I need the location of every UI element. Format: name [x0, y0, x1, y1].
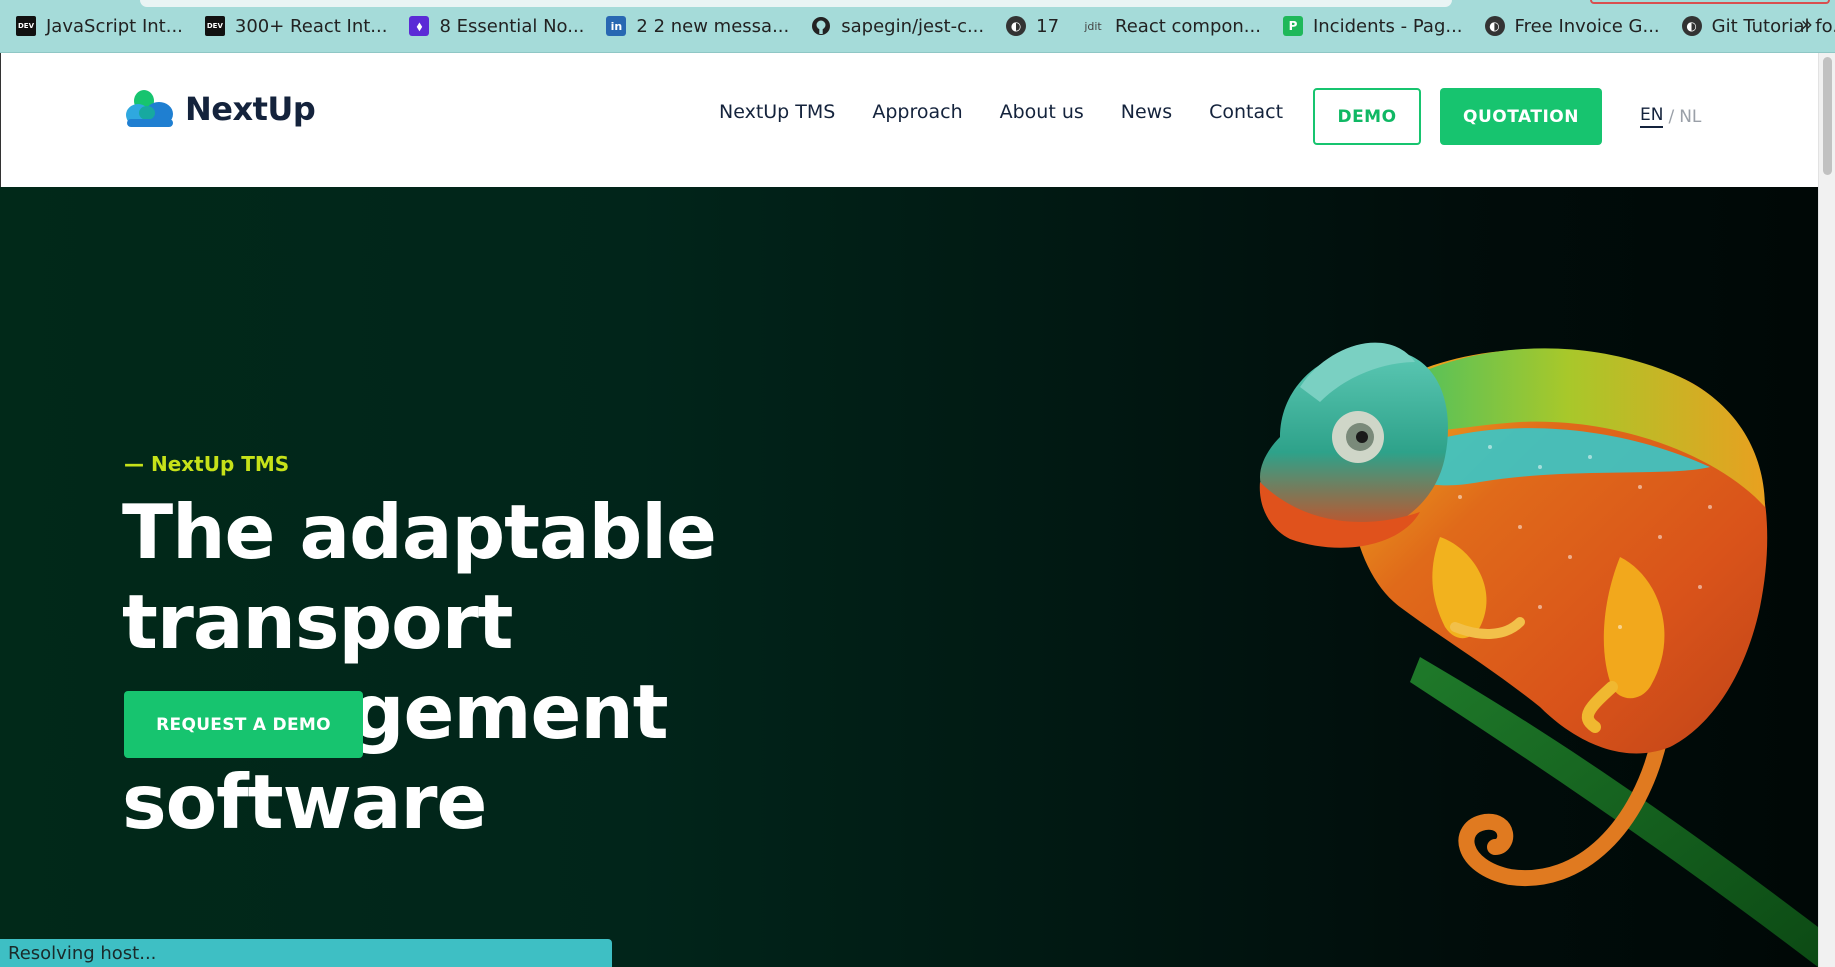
nav-item-news[interactable]: News	[1121, 101, 1172, 123]
bookmark-item[interactable]: DEV JavaScript Int...	[16, 11, 183, 41]
lang-separator: /	[1668, 106, 1675, 127]
bookmark-label: JavaScript Int...	[46, 15, 183, 37]
scrollbar-thumb[interactable]	[1823, 57, 1832, 175]
globe-icon: ◐	[1484, 16, 1505, 36]
bookmark-label: 17	[1036, 15, 1060, 37]
nextup-logo-icon	[125, 89, 175, 129]
nav-item-about-us[interactable]: About us	[1000, 101, 1084, 123]
linkedin-icon: in	[606, 16, 627, 36]
bookmark-label: Git Tutorial fo...	[1711, 15, 1835, 37]
hero-section: — NextUp TMS The adaptable transport man…	[0, 187, 1818, 967]
bookmark-item[interactable]: jdit React compon...	[1081, 11, 1261, 41]
language-switcher: EN / NL	[1640, 105, 1701, 128]
bookmark-label: React compon...	[1115, 15, 1261, 37]
bookmark-item[interactable]: P Incidents - Pag...	[1282, 11, 1463, 41]
bookmark-label: Free Invoice G...	[1514, 15, 1660, 37]
bookmark-item[interactable]: ⬧ 8 Essential No...	[409, 11, 584, 41]
pagerduty-icon: P	[1282, 16, 1303, 36]
chameleon-image	[1259, 342, 1818, 967]
jdit-icon: jdit	[1084, 19, 1102, 33]
bookmark-item[interactable]: in 2 2 new messa...	[606, 11, 789, 41]
nav-item-contact[interactable]: Contact	[1209, 101, 1283, 123]
nav-item-nextup-tms[interactable]: NextUp TMS	[719, 101, 835, 123]
purple-app-icon: ⬧	[409, 16, 430, 36]
lang-nl-link[interactable]: NL	[1679, 107, 1701, 127]
nav-item-approach[interactable]: Approach	[872, 101, 962, 123]
globe-icon: ◐	[1006, 16, 1027, 36]
bookmark-label: 2 2 new messa...	[636, 15, 790, 37]
bookmark-label: 8 Essential No...	[439, 15, 585, 37]
lang-en-link[interactable]: EN	[1640, 105, 1664, 128]
quotation-button[interactable]: QUOTATION	[1440, 88, 1602, 145]
request-demo-button[interactable]: REQUEST A DEMO	[124, 691, 363, 758]
hero-eyebrow: — NextUp TMS	[124, 452, 290, 476]
address-bar-edge[interactable]	[140, 0, 1452, 7]
bookmark-label: Incidents - Pag...	[1312, 15, 1463, 37]
bookmark-label: 300+ React Int...	[234, 15, 388, 37]
dev-icon: DEV	[204, 16, 225, 36]
bookmark-item[interactable]: sapegin/jest-c...	[811, 11, 984, 41]
bookmark-item[interactable]: ◐ Free Invoice G...	[1484, 11, 1660, 41]
hero-title-line: The adaptable transport	[122, 488, 717, 666]
bookmark-item[interactable]: ◐ 17	[1006, 11, 1059, 41]
logo[interactable]: NextUp	[125, 89, 316, 129]
demo-button[interactable]: DEMO	[1313, 88, 1421, 145]
main-nav: NextUp TMS Approach About us News Contac…	[719, 101, 1320, 123]
bookmarks-bar: DEV JavaScript Int... DEV 300+ React Int…	[0, 0, 1835, 53]
globe-icon: ◐	[1681, 16, 1702, 36]
site-header: NextUp NextUp TMS Approach About us News…	[0, 53, 1818, 187]
bookmark-label: sapegin/jest-c...	[841, 15, 985, 37]
bookmarks-overflow-button[interactable]: »	[1801, 12, 1813, 36]
github-icon	[811, 16, 831, 36]
bookmark-item[interactable]: DEV 300+ React Int...	[204, 11, 388, 41]
browser-status-bubble: Resolving host...	[0, 939, 612, 967]
logo-text: NextUp	[185, 90, 316, 128]
page-scrollbar[interactable]	[1818, 53, 1835, 967]
dev-icon: DEV	[16, 16, 36, 36]
profile-button-edge[interactable]	[1590, 0, 1830, 4]
hero-title: The adaptable transport management softw…	[122, 487, 1042, 847]
